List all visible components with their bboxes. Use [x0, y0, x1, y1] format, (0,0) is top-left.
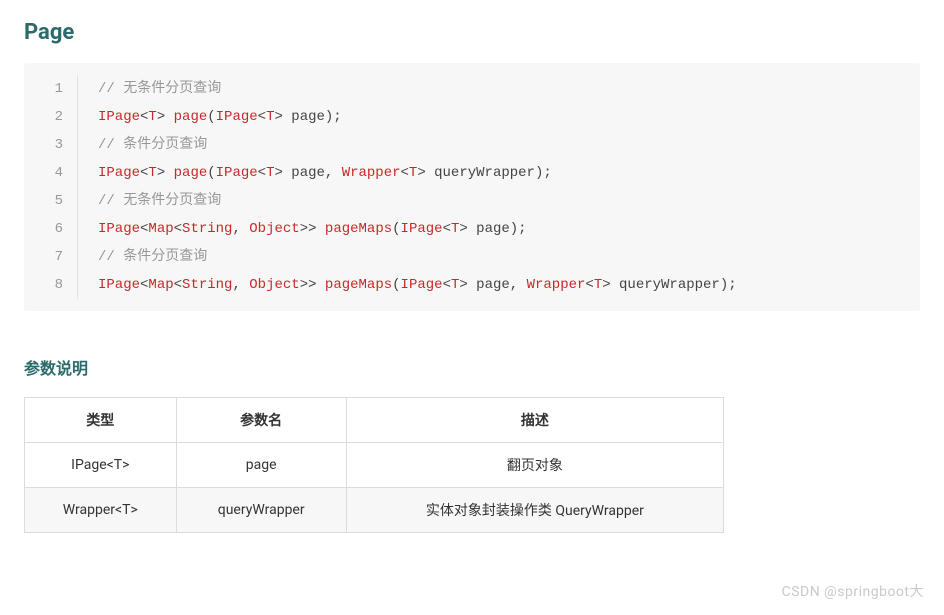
code-line: // 条件分页查询	[98, 243, 737, 271]
code-line: // 无条件分页查询	[98, 187, 737, 215]
page-title: Page	[24, 20, 920, 45]
line-number: 8	[24, 271, 63, 299]
line-number: 5	[24, 187, 63, 215]
watermark: CSDN @springboot大	[782, 581, 924, 601]
line-number: 1	[24, 75, 63, 103]
line-number: 3	[24, 131, 63, 159]
table-cell: IPage<T>	[25, 443, 177, 488]
col-type: 类型	[25, 398, 177, 443]
params-heading: 参数说明	[24, 355, 920, 379]
code-line: IPage<Map<String, Object>> pageMaps(IPag…	[98, 271, 737, 299]
line-number: 4	[24, 159, 63, 187]
table-row: Wrapper<T>queryWrapper实体对象封装操作类 QueryWra…	[25, 488, 724, 533]
code-gutter: 12345678	[24, 75, 78, 299]
table-cell: 实体对象封装操作类 QueryWrapper	[346, 488, 723, 533]
table-row: IPage<T>page翻页对象	[25, 443, 724, 488]
line-number: 7	[24, 243, 63, 271]
line-number: 2	[24, 103, 63, 131]
table-header-row: 类型 参数名 描述	[25, 398, 724, 443]
table-cell: Wrapper<T>	[25, 488, 177, 533]
params-table: 类型 参数名 描述 IPage<T>page翻页对象Wrapper<T>quer…	[24, 397, 724, 533]
code-lines: // 无条件分页查询IPage<T> page(IPage<T> page);/…	[78, 75, 737, 299]
table-cell: 翻页对象	[346, 443, 723, 488]
code-line: // 无条件分页查询	[98, 75, 737, 103]
code-line: IPage<Map<String, Object>> pageMaps(IPag…	[98, 215, 737, 243]
code-line: IPage<T> page(IPage<T> page, Wrapper<T> …	[98, 159, 737, 187]
col-param: 参数名	[176, 398, 346, 443]
code-block: 12345678 // 无条件分页查询IPage<T> page(IPage<T…	[24, 63, 920, 311]
code-line: // 条件分页查询	[98, 131, 737, 159]
line-number: 6	[24, 215, 63, 243]
table-cell: page	[176, 443, 346, 488]
col-desc: 描述	[346, 398, 723, 443]
table-cell: queryWrapper	[176, 488, 346, 533]
code-line: IPage<T> page(IPage<T> page);	[98, 103, 737, 131]
